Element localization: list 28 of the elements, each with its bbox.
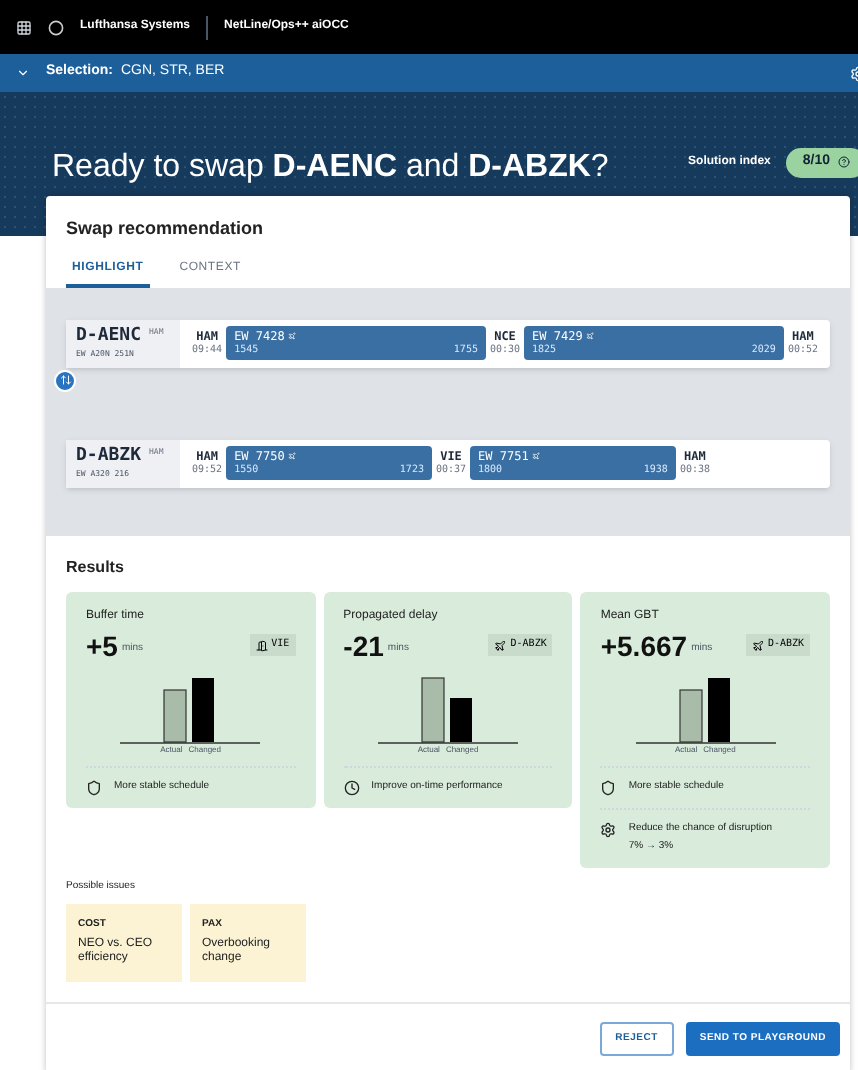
gear-icon — [600, 821, 617, 837]
comparison-bars-drawing — [635, 675, 776, 743]
plane-icon — [288, 452, 297, 461]
result-value: +5 — [86, 631, 118, 659]
shield-icon — [600, 779, 617, 795]
apps-grid-icon[interactable] — [16, 19, 32, 35]
swap-icon — [59, 374, 71, 386]
logo-icon — [48, 19, 64, 35]
plane-icon — [494, 639, 507, 651]
comparison-bars-drawing — [120, 675, 261, 743]
help-icon[interactable] — [838, 156, 850, 169]
tail-number: D-ABZK — [76, 445, 142, 468]
result-value: +5.667 — [600, 631, 688, 659]
hero-title: Ready to swap D-AENC and D-ABZK? — [52, 148, 609, 188]
card-title: Swap recommendation — [66, 216, 266, 242]
plane-icon — [288, 332, 297, 341]
plane-icon — [751, 639, 764, 651]
gate-icon — [255, 639, 268, 651]
clock-icon — [343, 779, 360, 795]
shield-icon — [86, 779, 102, 795]
result-value: -21 — [343, 631, 384, 659]
swap-button[interactable] — [54, 369, 76, 391]
plane-icon — [586, 332, 595, 341]
tail-number: D-AENC — [76, 325, 142, 348]
comparison-bars-drawing — [378, 675, 518, 743]
caret-icon[interactable] — [16, 66, 30, 80]
results-title: Results — [66, 555, 126, 579]
plane-icon — [532, 452, 541, 461]
